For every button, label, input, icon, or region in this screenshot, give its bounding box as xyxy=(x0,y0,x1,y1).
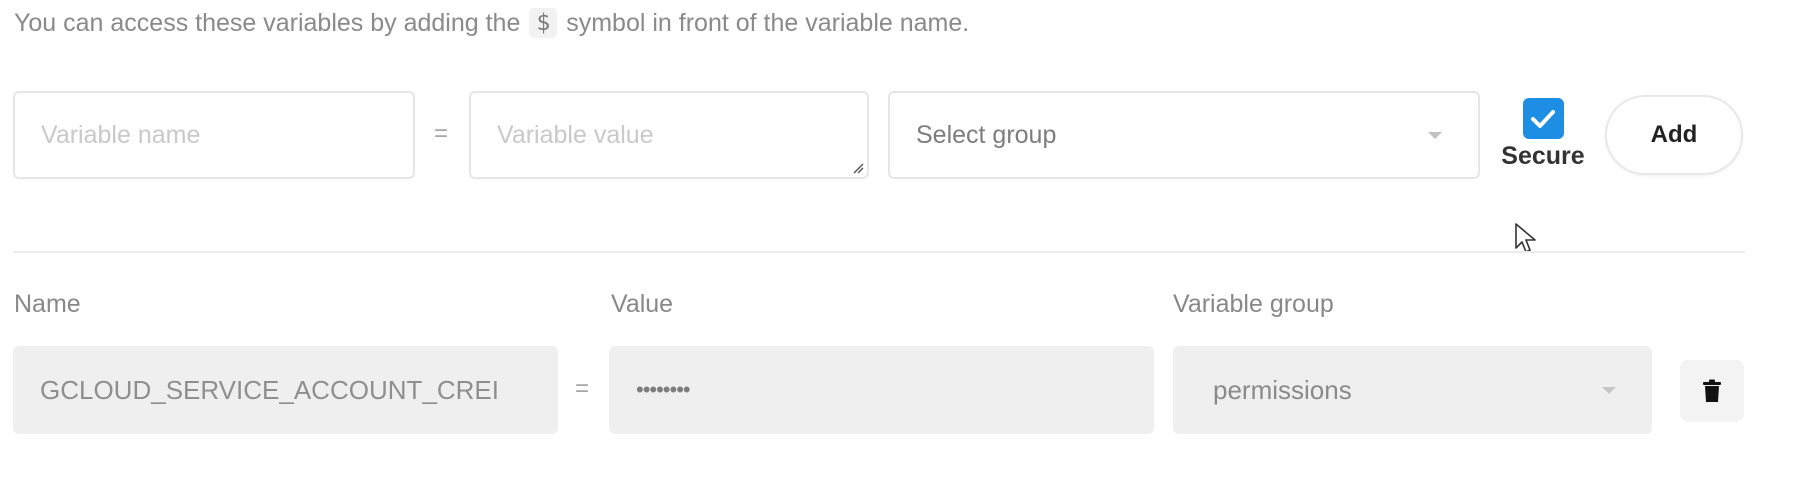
resize-handle-icon[interactable] xyxy=(852,162,864,174)
chevron-down-icon xyxy=(1602,386,1616,394)
chevron-down-icon xyxy=(1428,131,1442,139)
column-header-value: Value xyxy=(611,290,674,318)
instructions-text: You can access these variables by adding… xyxy=(14,8,969,38)
secure-label: Secure xyxy=(1501,142,1585,170)
select-group-placeholder: Select group xyxy=(916,120,1057,149)
equals-sign: = xyxy=(434,120,449,147)
select-group-dropdown[interactable]: Select group xyxy=(888,91,1480,179)
row-equals-sign: = xyxy=(575,375,590,402)
checkmark-icon xyxy=(1531,109,1555,128)
instructions-after: symbol in front of the variable name. xyxy=(566,8,970,37)
row-group-dropdown[interactable]: permissions xyxy=(1173,346,1652,434)
row-group-value: permissions xyxy=(1213,374,1352,405)
column-header-name: Name xyxy=(14,290,81,318)
variable-name-input[interactable]: Variable name xyxy=(13,91,415,179)
column-header-group: Variable group xyxy=(1173,290,1334,318)
row-variable-name-field[interactable]: GCLOUD_SERVICE_ACCOUNT_CREI xyxy=(13,346,558,434)
secure-toggle[interactable]: Secure xyxy=(1498,98,1588,171)
row-variable-value-field[interactable]: •••••••• xyxy=(609,346,1154,434)
dollar-symbol-code: $ xyxy=(529,8,558,38)
add-button[interactable]: Add xyxy=(1605,95,1743,175)
row-variable-name: GCLOUD_SERVICE_ACCOUNT_CREI xyxy=(40,374,499,405)
variable-name-placeholder: Variable name xyxy=(41,120,201,149)
row-variable-value: •••••••• xyxy=(636,377,691,402)
secure-checkbox[interactable] xyxy=(1522,98,1564,139)
instructions-before: You can access these variables by adding… xyxy=(14,8,521,37)
trash-icon xyxy=(1703,379,1721,402)
variable-value-placeholder: Variable value xyxy=(497,120,654,149)
section-divider xyxy=(13,251,1745,253)
delete-button[interactable] xyxy=(1680,360,1744,422)
variable-value-textarea[interactable]: Variable value xyxy=(469,91,869,179)
